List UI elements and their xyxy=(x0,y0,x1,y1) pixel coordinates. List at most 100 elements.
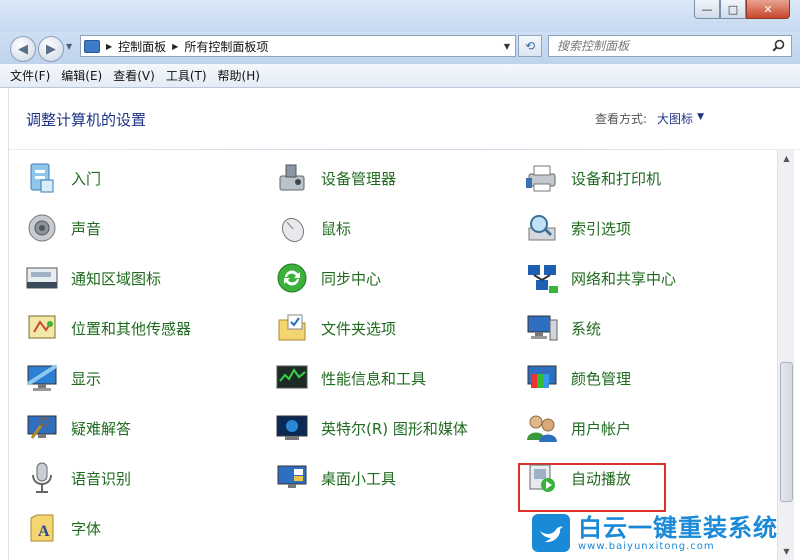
item-label: 颜色管理 xyxy=(571,369,632,388)
title-bar: — □ ✕ xyxy=(0,0,800,32)
item-label: 设备和打印机 xyxy=(571,169,662,188)
menu-file[interactable]: 文件(F) xyxy=(10,67,50,84)
item-devices-printers[interactable]: 设备和打印机 xyxy=(509,158,661,198)
item-color-management[interactable]: 颜色管理 xyxy=(509,358,631,398)
item-label: 桌面小工具 xyxy=(321,469,397,488)
recent-pages-dropdown-icon[interactable]: ▼ xyxy=(66,42,72,51)
item-label: 英特尔(R) 图形和媒体 xyxy=(321,419,468,438)
devices-printers-icon xyxy=(525,161,559,195)
item-fonts[interactable]: A 字体 xyxy=(9,508,101,548)
item-location-sensors[interactable]: 位置和其他传感器 xyxy=(9,308,191,348)
search-icon[interactable] xyxy=(772,39,785,55)
control-panel-icon xyxy=(84,39,100,53)
autoplay-icon xyxy=(525,461,559,495)
item-label: 入门 xyxy=(71,169,102,188)
item-intel-graphics[interactable]: 英特尔(R) 图形和媒体 xyxy=(259,408,468,448)
refresh-icon: ⟲ xyxy=(524,39,536,53)
fonts-icon: A xyxy=(25,511,59,545)
item-system[interactable]: 系统 xyxy=(509,308,601,348)
item-label: 疑难解答 xyxy=(71,419,132,438)
item-desktop-gadgets[interactable]: 桌面小工具 xyxy=(259,458,396,498)
folder-options-icon xyxy=(275,311,309,345)
item-troubleshooting[interactable]: 疑难解答 xyxy=(9,408,131,448)
item-device-manager[interactable]: 设备管理器 xyxy=(259,158,396,198)
address-bar[interactable]: ▶ 控制面板 ▶ 所有控制面板项 ▼ xyxy=(80,35,516,57)
item-label: 索引选项 xyxy=(571,219,632,238)
menu-tools[interactable]: 工具(T) xyxy=(166,67,207,84)
menu-edit[interactable]: 编辑(E) xyxy=(61,67,102,84)
view-by-arrow-icon[interactable]: ▼ xyxy=(697,112,704,127)
item-label: 文件夹选项 xyxy=(321,319,397,338)
item-autoplay[interactable]: 自动播放 xyxy=(509,458,631,498)
vertical-scrollbar[interactable]: ▲ ▼ xyxy=(777,150,794,560)
scroll-thumb[interactable] xyxy=(780,362,793,502)
speech-recognition-icon xyxy=(25,461,59,495)
item-folder-options[interactable]: 文件夹选项 xyxy=(259,308,396,348)
back-button[interactable]: ◀ xyxy=(10,36,36,62)
item-label: 网络和共享中心 xyxy=(571,269,677,288)
watermark: 白云一键重装系统 www.baiyunxitong.com xyxy=(532,510,794,556)
item-performance[interactable]: 性能信息和工具 xyxy=(259,358,426,398)
item-label: 同步中心 xyxy=(321,269,382,288)
item-label: 系统 xyxy=(571,319,602,338)
getting-started-icon xyxy=(25,161,59,195)
item-user-accounts[interactable]: 用户帐户 xyxy=(509,408,631,448)
watermark-url: www.baiyunxitong.com xyxy=(578,540,715,552)
item-indexing[interactable]: 索引选项 xyxy=(509,208,631,248)
item-label: 字体 xyxy=(71,519,102,538)
location-sensors-icon xyxy=(25,311,59,345)
color-management-icon xyxy=(525,361,559,395)
breadcrumb-control-panel[interactable]: 控制面板 xyxy=(118,38,166,55)
item-label: 语音识别 xyxy=(71,469,132,488)
item-speech-recognition[interactable]: 语音识别 xyxy=(9,458,131,498)
breadcrumb-separator-icon[interactable]: ▶ xyxy=(172,42,178,51)
item-label: 性能信息和工具 xyxy=(321,369,427,388)
minimize-button[interactable]: — xyxy=(694,0,720,19)
back-arrow-icon: ◀ xyxy=(18,41,28,57)
item-sync-center[interactable]: 同步中心 xyxy=(259,258,381,298)
breadcrumb-all-items[interactable]: 所有控制面板项 xyxy=(184,38,268,55)
control-panel-content: 调整计算机的设置 查看方式: 大图标 ▼ 入门 设备管理器 设备和打印机 声音 鼠标 索引… xyxy=(8,88,800,560)
user-accounts-icon xyxy=(525,411,559,445)
items-grid: 入门 设备管理器 设备和打印机声音 鼠标 索引选项通知区域图标 同步中心 网络和共享中心位置… xyxy=(9,150,777,560)
item-getting-started[interactable]: 入门 xyxy=(9,158,101,198)
refresh-button[interactable]: ⟲ xyxy=(518,35,542,57)
maximize-button[interactable]: □ xyxy=(720,0,746,19)
intel-graphics-icon xyxy=(275,411,309,445)
item-notification-area[interactable]: 通知区域图标 xyxy=(9,258,161,298)
menu-view[interactable]: 查看(V) xyxy=(113,67,155,84)
svg-text:A: A xyxy=(38,523,50,540)
item-label: 声音 xyxy=(71,219,102,238)
view-by-label: 查看方式: xyxy=(595,112,648,126)
item-label: 设备管理器 xyxy=(321,169,397,188)
item-label: 鼠标 xyxy=(321,219,352,238)
watermark-text: 白云一键重装系统 xyxy=(578,513,778,542)
view-by-dropdown[interactable]: 大图标 xyxy=(657,110,693,127)
device-manager-icon xyxy=(275,161,309,195)
item-label: 用户帐户 xyxy=(571,419,632,438)
search-input[interactable] xyxy=(557,39,767,53)
forward-button[interactable]: ▶ xyxy=(38,36,64,62)
address-dropdown-icon[interactable]: ▼ xyxy=(499,36,515,56)
view-by: 查看方式: 大图标 ▼ xyxy=(595,110,704,127)
item-display[interactable]: 显示 xyxy=(9,358,101,398)
menu-bar: 文件(F) 编辑(E) 查看(V) 工具(T) 帮助(H) xyxy=(0,64,800,88)
troubleshooting-icon xyxy=(25,411,59,445)
performance-icon xyxy=(275,361,309,395)
notification-area-icon xyxy=(25,261,59,295)
system-icon xyxy=(525,311,559,345)
item-label: 显示 xyxy=(71,369,102,388)
indexing-icon xyxy=(525,211,559,245)
menu-help[interactable]: 帮助(H) xyxy=(218,67,260,84)
bird-logo-icon xyxy=(532,514,570,552)
close-button[interactable]: ✕ xyxy=(746,0,790,19)
item-sound[interactable]: 声音 xyxy=(9,208,101,248)
item-network-sharing[interactable]: 网络和共享中心 xyxy=(509,258,676,298)
item-mouse[interactable]: 鼠标 xyxy=(259,208,351,248)
scroll-up-icon[interactable]: ▲ xyxy=(778,150,795,167)
mouse-icon xyxy=(275,211,309,245)
sync-center-icon xyxy=(275,261,309,295)
breadcrumb-separator-icon[interactable]: ▶ xyxy=(106,42,112,51)
forward-arrow-icon: ▶ xyxy=(46,41,56,57)
search-box[interactable] xyxy=(548,35,792,57)
